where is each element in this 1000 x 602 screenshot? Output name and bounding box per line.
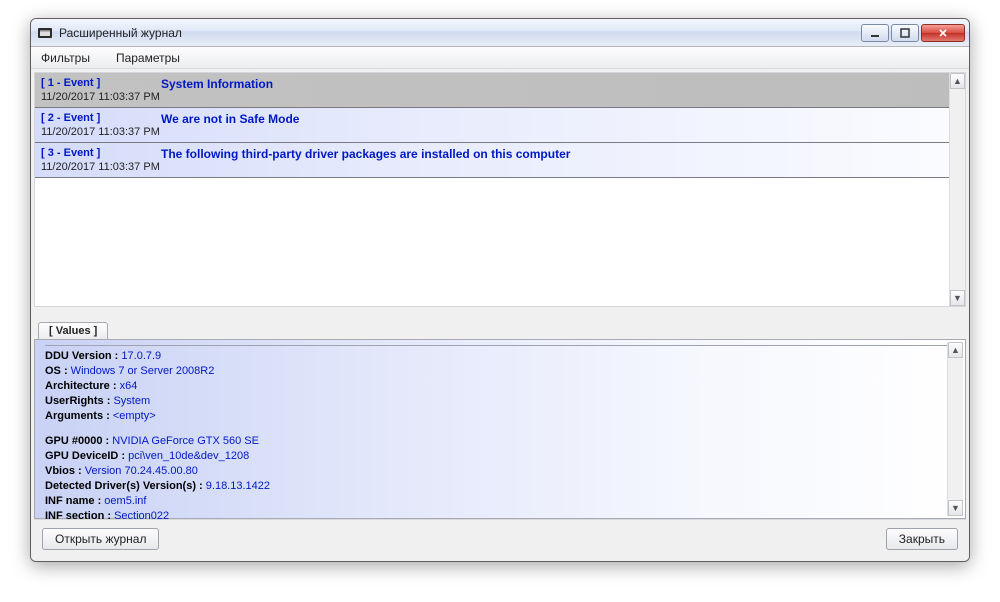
value-val: Windows 7 or Server 2008R2: [68, 365, 215, 377]
log-scroll-region: [ 1 - Event ] 11/20/2017 11:03:37 PM Sys…: [35, 73, 965, 306]
button-bar: Открыть журнал Закрыть: [34, 519, 966, 558]
value-row: DDU Version : 17.0.7.9: [45, 349, 955, 364]
value-key: INF section :: [45, 510, 111, 522]
event-message: System Information: [161, 76, 959, 91]
app-window: Расширенный журнал Фильтры Параметры [ 1…: [30, 18, 970, 562]
menubar: Фильтры Параметры: [31, 47, 969, 69]
event-id: [ 2 - Event ]: [41, 111, 161, 125]
menu-filters[interactable]: Фильтры: [37, 49, 94, 67]
value-row: INF section : Section022: [45, 509, 955, 524]
event-message: We are not in Safe Mode: [161, 111, 959, 126]
event-message: The following third-party driver package…: [161, 146, 959, 161]
log-row[interactable]: [ 2 - Event ] 11/20/2017 11:03:37 PM We …: [35, 108, 965, 143]
event-timestamp: 11/20/2017 11:03:37 PM: [41, 90, 161, 104]
value-key: Architecture :: [45, 380, 117, 392]
value-val: x64: [117, 380, 138, 392]
log-row-meta: [ 1 - Event ] 11/20/2017 11:03:37 PM: [41, 76, 161, 104]
value-val: 9.18.13.1422: [203, 480, 270, 492]
event-timestamp: 11/20/2017 11:03:37 PM: [41, 125, 161, 139]
value-key: DDU Version :: [45, 350, 118, 362]
value-row: Detected Driver(s) Version(s) : 9.18.13.…: [45, 479, 955, 494]
value-row: UserRights : System: [45, 394, 955, 409]
value-row: GPU #0000 : NVIDIA GeForce GTX 560 SE: [45, 434, 955, 449]
value-val: <empty>: [110, 410, 156, 422]
value-row: INF name : oem5.inf: [45, 494, 955, 509]
window-buttons: [859, 24, 965, 42]
value-val: pci\ven_10de&dev_1208: [125, 450, 249, 462]
value-val: Section022: [111, 510, 169, 522]
value-row: Arguments : <empty>: [45, 409, 955, 424]
close-button[interactable]: Закрыть: [886, 528, 958, 550]
event-timestamp: 11/20/2017 11:03:37 PM: [41, 160, 161, 174]
value-key: INF name :: [45, 495, 101, 507]
log-row-meta: [ 3 - Event ] 11/20/2017 11:03:37 PM: [41, 146, 161, 174]
app-icon: [37, 25, 53, 41]
value-row: Architecture : x64: [45, 379, 955, 394]
scroll-down-icon[interactable]: ▼: [948, 500, 963, 516]
value-row: GPU DeviceID : pci\ven_10de&dev_1208: [45, 449, 955, 464]
value-val: 17.0.7.9: [118, 350, 161, 362]
event-id: [ 1 - Event ]: [41, 76, 161, 90]
value-val: NVIDIA GeForce GTX 560 SE: [109, 435, 259, 447]
titlebar[interactable]: Расширенный журнал: [31, 19, 969, 47]
menu-params[interactable]: Параметры: [112, 49, 184, 67]
value-key: UserRights :: [45, 395, 110, 407]
value-val: oem5.inf: [101, 495, 146, 507]
scroll-down-icon[interactable]: ▼: [950, 290, 965, 306]
value-val: Version 70.24.45.00.80: [82, 465, 198, 477]
values-pane: DDU Version : 17.0.7.9 OS : Windows 7 or…: [34, 339, 966, 519]
value-key: GPU DeviceID :: [45, 450, 125, 462]
client-area: [ 1 - Event ] 11/20/2017 11:03:37 PM Sys…: [31, 69, 969, 561]
values-tabstrip: [ Values ]: [34, 319, 966, 339]
value-key: Arguments :: [45, 410, 110, 422]
maximize-button[interactable]: [891, 24, 919, 42]
log-row-meta: [ 2 - Event ] 11/20/2017 11:03:37 PM: [41, 111, 161, 139]
tab-values[interactable]: [ Values ]: [38, 322, 108, 339]
scroll-up-icon[interactable]: ▲: [950, 73, 965, 89]
event-id: [ 3 - Event ]: [41, 146, 161, 160]
value-key: OS :: [45, 365, 68, 377]
log-row[interactable]: [ 1 - Event ] 11/20/2017 11:03:37 PM Sys…: [35, 73, 965, 108]
value-row: OS : Windows 7 or Server 2008R2: [45, 364, 955, 379]
value-key: GPU #0000 :: [45, 435, 109, 447]
values-content: DDU Version : 17.0.7.9 OS : Windows 7 or…: [45, 345, 955, 524]
value-key: Vbios :: [45, 465, 82, 477]
value-key: Detected Driver(s) Version(s) :: [45, 480, 203, 492]
log-list[interactable]: [ 1 - Event ] 11/20/2017 11:03:37 PM Sys…: [34, 72, 966, 307]
minimize-button[interactable]: [861, 24, 889, 42]
open-log-button[interactable]: Открыть журнал: [42, 528, 159, 550]
log-row[interactable]: [ 3 - Event ] 11/20/2017 11:03:37 PM The…: [35, 143, 965, 178]
window-title: Расширенный журнал: [59, 26, 182, 40]
value-row: Vbios : Version 70.24.45.00.80: [45, 464, 955, 479]
scroll-up-icon[interactable]: ▲: [948, 342, 963, 358]
close-window-button[interactable]: [921, 24, 965, 42]
log-scrollbar[interactable]: ▲ ▼: [949, 73, 965, 306]
spacer: [45, 424, 955, 434]
value-val: System: [110, 395, 150, 407]
values-scrollbar[interactable]: ▲ ▼: [947, 342, 963, 516]
